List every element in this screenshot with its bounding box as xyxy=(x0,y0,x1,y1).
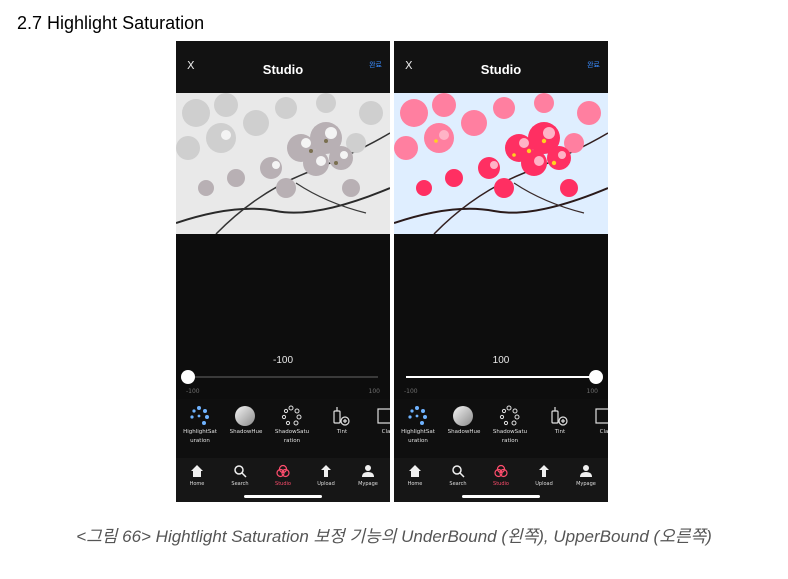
clarity-icon xyxy=(377,408,390,424)
tab-search[interactable]: Search xyxy=(438,462,478,490)
tool-shadow-hue[interactable]: ShadowHue xyxy=(442,401,486,449)
tab-label: Search xyxy=(231,481,249,487)
photo-preview xyxy=(394,93,608,234)
tab-upload[interactable]: Upload xyxy=(524,462,564,490)
tool-label: ShadowSatu ration xyxy=(274,429,310,444)
tint-icon xyxy=(333,407,350,426)
person-icon xyxy=(580,465,592,477)
tool-shadow-saturation[interactable]: ShadowSatu ration xyxy=(488,401,532,449)
phone-screenshot-underbound: X Studio 완료 -100 -100 100 HighlightSat u… xyxy=(176,41,390,502)
tint-icon xyxy=(551,407,568,426)
upload-arrow-icon xyxy=(539,465,549,477)
highlight-saturation-icon xyxy=(190,406,209,425)
slider-min-label: -100 xyxy=(186,388,200,395)
tab-studio[interactable]: Studio xyxy=(481,462,521,490)
studio-icon xyxy=(494,464,508,478)
tab-label: Home xyxy=(407,481,423,487)
tool-strip: HighlightSat uration ShadowHue ShadowSat… xyxy=(176,401,390,451)
section-title: 2.7 Highlight Saturation xyxy=(17,13,205,33)
studio-icon xyxy=(276,464,290,478)
tab-label: Mypage xyxy=(576,481,596,487)
tool-label: ShadowHue xyxy=(229,429,263,435)
tab-label: Mypage xyxy=(358,481,378,487)
tool-label: ShadowSatu ration xyxy=(492,429,528,444)
tool-clarity[interactable]: Cla xyxy=(364,401,390,449)
search-icon xyxy=(234,465,247,478)
tool-highlight-saturation[interactable]: HighlightSat uration xyxy=(396,401,440,449)
done-button[interactable]: 완료 xyxy=(369,60,382,70)
home-icon xyxy=(191,465,203,477)
phone-screenshot-upperbound: X Studio 완료 100 -100 100 HighlightSat ur… xyxy=(394,41,608,502)
blossom-photo-saturated xyxy=(394,93,608,234)
slider-max-label: 100 xyxy=(586,388,598,395)
editor-area xyxy=(394,234,608,399)
upload-arrow-icon xyxy=(321,465,331,477)
home-indicator xyxy=(462,495,540,498)
adjust-slider[interactable] xyxy=(181,370,378,384)
tab-home[interactable]: Home xyxy=(177,462,217,490)
slider-min-label: -100 xyxy=(404,388,418,395)
tool-tint[interactable]: Tint xyxy=(538,401,582,449)
slider-max-label: 100 xyxy=(368,388,380,395)
editor-area xyxy=(176,234,390,399)
tool-highlight-saturation[interactable]: HighlightSat uration xyxy=(178,401,222,449)
photo-preview xyxy=(176,93,390,234)
tool-tint[interactable]: Tint xyxy=(320,401,364,449)
tab-upload[interactable]: Upload xyxy=(306,462,346,490)
figure-caption: <그림 66> Hightlight Saturation 보정 기능의 Und… xyxy=(76,527,712,546)
tool-label: HighlightSat uration xyxy=(401,429,435,444)
tab-search[interactable]: Search xyxy=(220,462,260,490)
tab-mypage[interactable]: Mypage xyxy=(566,462,606,490)
tab-studio[interactable]: Studio xyxy=(263,462,303,490)
search-icon xyxy=(452,465,465,478)
done-button[interactable]: 완료 xyxy=(587,60,600,70)
tab-label: Home xyxy=(189,481,205,487)
tab-home[interactable]: Home xyxy=(395,462,435,490)
tool-clarity[interactable]: Cla xyxy=(582,401,608,449)
slider-value: -100 xyxy=(272,355,293,366)
tool-strip: HighlightSat uration ShadowHue ShadowSat… xyxy=(394,401,608,451)
top-bar: X Studio 완료 xyxy=(176,41,390,93)
adjust-slider[interactable] xyxy=(406,370,603,384)
tab-label: Upload xyxy=(317,481,335,487)
slider-value: 100 xyxy=(492,355,510,366)
tab-label: Studio xyxy=(275,481,291,487)
slider-handle[interactable] xyxy=(589,370,603,384)
tool-label: Cla xyxy=(381,429,390,435)
shadow-saturation-icon xyxy=(281,405,302,426)
tab-label: Upload xyxy=(535,481,553,487)
home-icon xyxy=(409,465,421,477)
tab-label: Studio xyxy=(493,481,509,487)
shadow-saturation-icon xyxy=(499,405,520,426)
home-indicator xyxy=(244,495,322,498)
tab-mypage[interactable]: Mypage xyxy=(348,462,388,490)
top-bar: X Studio 완료 xyxy=(394,41,608,93)
tab-label: Search xyxy=(449,481,467,487)
tool-shadow-hue[interactable]: ShadowHue xyxy=(224,401,268,449)
shadow-hue-icon xyxy=(453,406,473,426)
tool-label: HighlightSat uration xyxy=(183,429,217,444)
screen-title: Studio xyxy=(262,62,304,77)
slider-fill xyxy=(406,376,596,378)
shadow-hue-icon xyxy=(235,406,255,426)
person-icon xyxy=(362,465,374,477)
blossom-photo-grayscale xyxy=(176,93,390,234)
screen-title: Studio xyxy=(480,62,522,77)
tool-label: ShadowHue xyxy=(447,429,481,435)
slider-handle[interactable] xyxy=(181,370,195,384)
clarity-icon xyxy=(595,408,608,424)
tool-shadow-saturation[interactable]: ShadowSatu ration xyxy=(270,401,314,449)
tool-label: Cla xyxy=(599,429,608,435)
highlight-saturation-icon xyxy=(408,406,427,425)
